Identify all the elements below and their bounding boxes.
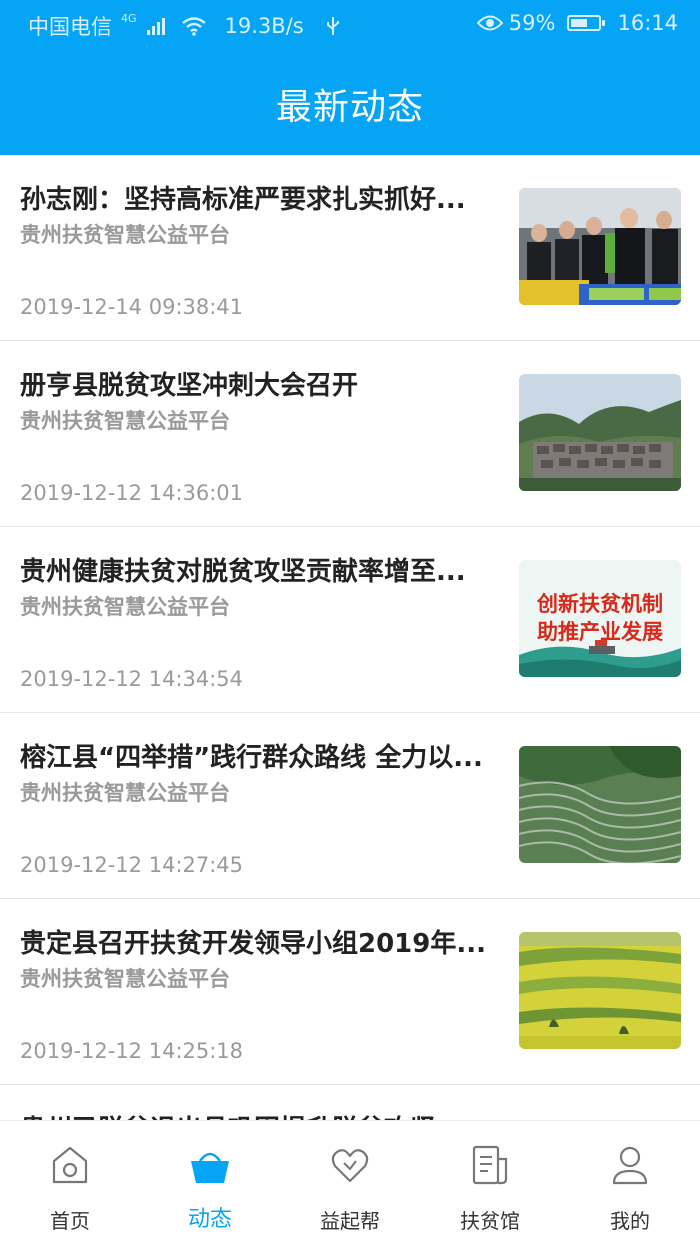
heart-icon — [331, 1149, 369, 1183]
net-speed: 19.3B/s — [224, 14, 304, 38]
news-title: 贵州已脱贫退出县巩固提升脱贫攻坚 — [20, 1109, 498, 1120]
usb-icon — [326, 17, 339, 35]
network-type: 4G — [121, 11, 137, 25]
thumbnail-caption-1: 创新扶贫机制 — [537, 591, 663, 616]
app-header: 中国电信 4G 19.3B/s 59% 16:14 最新动态 — [0, 0, 700, 155]
page-title: 最新动态 — [275, 87, 424, 128]
tab-pavilion[interactable]: 扶贫馆 — [420, 1121, 560, 1245]
news-source: 贵州扶贫智慧公益平台 — [20, 223, 230, 247]
news-item[interactable]: 贵州健康扶贫对脱贫攻坚贡献率增至... 贵州扶贫智慧公益平台 2019-12-1… — [0, 527, 700, 713]
news-title: 贵州健康扶贫对脱贫攻坚贡献率增至... — [20, 557, 466, 587]
news-source: 贵州扶贫智慧公益平台 — [20, 781, 230, 805]
user-icon — [612, 1146, 648, 1185]
tab-label: 益起帮 — [320, 1209, 380, 1233]
news-source: 贵州扶贫智慧公益平台 — [20, 409, 230, 433]
news-list[interactable]: 孙志刚：坚持高标准严要求扎实抓好... 贵州扶贫智慧公益平台 2019-12-1… — [0, 155, 700, 1120]
news-thumbnail — [519, 932, 681, 1049]
news-item[interactable]: 贵定县召开扶贫开发领导小组2019年... 贵州扶贫智慧公益平台 2019-12… — [0, 899, 700, 1085]
news-time: 2019-12-12 14:36:01 — [20, 481, 244, 505]
status-bar: 中国电信 4G 19.3B/s 59% 16:14 — [0, 0, 700, 48]
news-source: 贵州扶贫智慧公益平台 — [20, 967, 230, 991]
news-source: 贵州扶贫智慧公益平台 — [20, 595, 230, 619]
eye-icon — [476, 15, 503, 31]
thumbnail-caption-2: 助推产业发展 — [537, 619, 663, 644]
news-title: 册亨县脱贫攻坚冲刺大会召开 — [20, 371, 359, 401]
news-title: 贵定县召开扶贫开发领导小组2019年... — [20, 929, 486, 959]
tab-label: 扶贫馆 — [460, 1209, 520, 1233]
tab-home[interactable]: 首页 — [0, 1121, 140, 1245]
news-title: 孙志刚：坚持高标准严要求扎实抓好... — [20, 185, 466, 215]
news-item[interactable]: 贵州已脱贫退出县巩固提升脱贫攻坚 — [0, 1085, 700, 1120]
tab-help[interactable]: 益起帮 — [280, 1121, 420, 1245]
bottom-tab-bar: 首页 动态 益起帮 扶贫馆 我的 — [0, 1120, 700, 1245]
clock: 16:14 — [617, 11, 678, 35]
news-thumbnail — [519, 374, 681, 491]
signal-icon — [146, 17, 165, 35]
news-item[interactable]: 榕江县“四举措”践行群众路线 全力以... 贵州扶贫智慧公益平台 2019-12… — [0, 713, 700, 899]
news-time: 2019-12-12 14:34:54 — [20, 667, 244, 691]
tab-label: 我的 — [610, 1209, 650, 1233]
battery-icon — [567, 15, 606, 31]
home-icon — [52, 1146, 88, 1184]
tab-label: 动态 — [187, 1207, 232, 1232]
news-item[interactable]: 册亨县脱贫攻坚冲刺大会召开 贵州扶贫智慧公益平台 2019-12-12 14:3… — [0, 341, 700, 527]
wifi-icon — [181, 17, 206, 36]
news-thumbnail: 创新扶贫机制 助推产业发展 — [519, 560, 681, 677]
battery-percent: 59% — [508, 11, 556, 35]
tab-label: 首页 — [50, 1209, 90, 1233]
news-thumbnail — [519, 188, 681, 305]
news-title: 榕江县“四举措”践行群众路线 全力以... — [20, 743, 483, 773]
tab-profile[interactable]: 我的 — [560, 1121, 700, 1245]
news-time: 2019-12-14 09:38:41 — [20, 295, 244, 319]
tab-dynamics[interactable]: 动态 — [140, 1121, 280, 1245]
news-thumbnail — [519, 746, 681, 863]
news-item[interactable]: 孙志刚：坚持高标准严要求扎实抓好... 贵州扶贫智慧公益平台 2019-12-1… — [0, 155, 700, 341]
carrier-label: 中国电信 — [28, 15, 112, 39]
news-time: 2019-12-12 14:27:45 — [20, 853, 244, 877]
news-time: 2019-12-12 14:25:18 — [20, 1039, 244, 1063]
basket-icon — [191, 1152, 229, 1183]
document-icon — [472, 1145, 508, 1185]
